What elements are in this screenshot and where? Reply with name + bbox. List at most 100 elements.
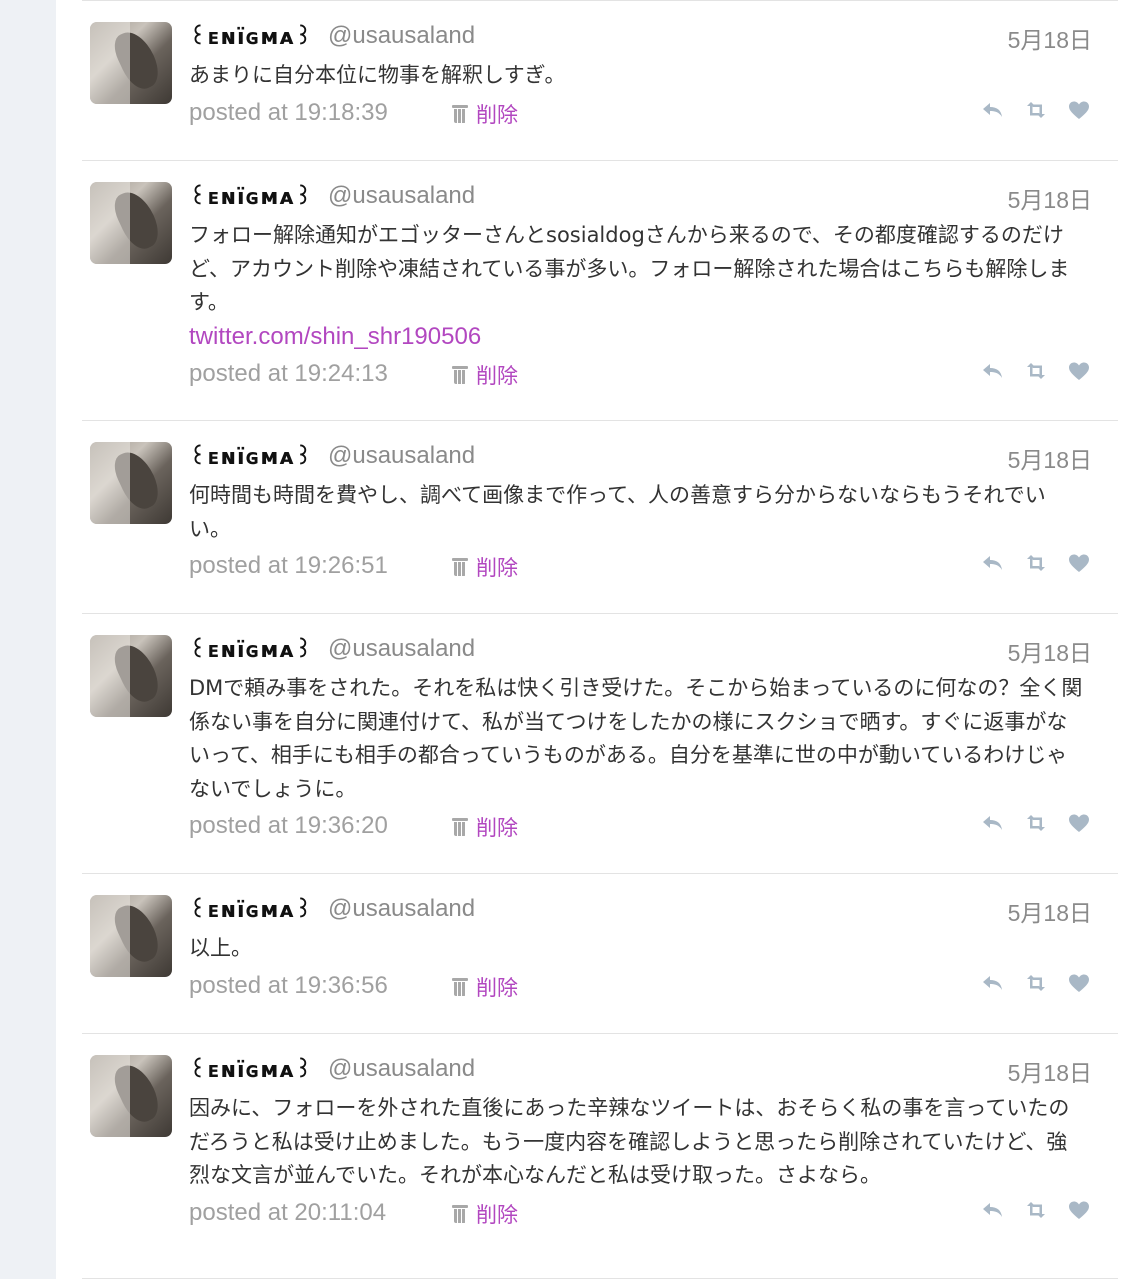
like-icon[interactable] [1066,97,1092,123]
retweet-icon[interactable] [1023,810,1049,836]
tweet-date[interactable]: 5月18日 [1008,1054,1092,1088]
tweet-content: ꒰ᴇɴïɢᴍᴀ꒱ @usausaland 5月18日 フォロー解除通知がエゴッタ… [189,161,1092,392]
delete-button[interactable]: 削除 [452,1199,518,1229]
tweet-text: 因みに、フォローを外された直後にあった辛辣なツイートは、おそらく私の事を言ってい… [189,1092,1084,1193]
retweet-icon[interactable] [1023,358,1049,384]
delete-button[interactable]: 削除 [452,972,518,1002]
like-icon[interactable] [1066,550,1092,576]
display-name[interactable]: ꒰ᴇɴïɢᴍᴀ꒱ [189,1058,313,1083]
display-name[interactable]: ꒰ᴇɴïɢᴍᴀ꒱ [189,25,313,50]
reply-icon[interactable] [980,1197,1006,1223]
reply-icon[interactable] [980,810,1006,836]
tweet-actions [968,970,1092,1004]
tweet-content: ꒰ᴇɴïɢᴍᴀ꒱ @usausaland 5月18日 以上。 posted at… [189,874,1092,1004]
tweet: ꒰ᴇɴïɢᴍᴀ꒱ @usausaland 5月18日 DMで頼み事をされた。それ… [82,614,1118,874]
tweet: ꒰ᴇɴïɢᴍᴀ꒱ @usausaland 5月18日 フォロー解除通知がエゴッタ… [82,161,1118,421]
tweet-meta: posted at 19:36:56 削除 [189,970,1092,1004]
avatar[interactable] [90,442,172,524]
tweet-header: ꒰ᴇɴïɢᴍᴀ꒱ @usausaland 5月18日 [189,181,1092,214]
display-name[interactable]: ꒰ᴇɴïɢᴍᴀ꒱ [189,638,313,663]
tweet-header: ꒰ᴇɴïɢᴍᴀ꒱ @usausaland 5月18日 [189,634,1092,667]
delete-label: 削除 [476,363,518,388]
tweet-meta: posted at 19:24:13 削除 [189,358,1092,392]
tweet-text: 何時間も時間を費やし、調べて画像まで作って、人の善意すら分からないならもうそれで… [189,479,1084,546]
like-icon[interactable] [1066,810,1092,836]
tweet-header: ꒰ᴇɴïɢᴍᴀ꒱ @usausaland 5月18日 [189,21,1092,54]
trash-icon [452,557,468,576]
reply-icon[interactable] [980,970,1006,996]
delete-label: 削除 [476,816,518,840]
screen-name[interactable]: @usausaland [328,895,475,922]
trash-icon [452,1204,468,1223]
tweet-header: ꒰ᴇɴïɢᴍᴀ꒱ @usausaland 5月18日 [189,894,1092,927]
tweet-body: フォロー解除通知がエゴッターさんとsosialdogさんから来るので、その都度確… [189,223,1070,314]
tweet-content: ꒰ᴇɴïɢᴍᴀ꒱ @usausaland 5月18日 因みに、フォローを外された… [189,1034,1092,1231]
retweet-icon[interactable] [1023,97,1049,123]
tweet-actions [968,358,1092,392]
retweet-icon[interactable] [1023,1197,1049,1223]
tweet-content: ꒰ᴇɴïɢᴍᴀ꒱ @usausaland 5月18日 何時間も時間を費やし、調べ… [189,421,1092,584]
posted-timestamp[interactable]: posted at 20:11:04 [189,1199,386,1227]
tweet-date[interactable]: 5月18日 [1008,634,1092,668]
avatar[interactable] [90,182,172,264]
screen-name[interactable]: @usausaland [328,182,475,209]
delete-label: 削除 [476,975,518,1000]
delete-label: 削除 [476,102,518,127]
tweet-actions [968,97,1092,131]
screen-name[interactable]: @usausaland [328,22,475,49]
posted-timestamp[interactable]: posted at 19:36:56 [189,972,388,1000]
display-name[interactable]: ꒰ᴇɴïɢᴍᴀ꒱ [189,898,313,923]
posted-timestamp[interactable]: posted at 19:36:20 [189,812,388,840]
like-icon[interactable] [1066,358,1092,384]
tweet-meta: posted at 19:36:20 削除 [189,810,1092,844]
trash-icon [452,365,468,384]
like-icon[interactable] [1066,1197,1092,1223]
tweet-meta: posted at 20:11:04 削除 [189,1197,1092,1231]
tweet-body: 何時間も時間を費やし、調べて画像まで作って、人の善意すら分からないならもうそれで… [189,483,1046,541]
delete-button[interactable]: 削除 [452,360,518,390]
tweet-date[interactable]: 5月18日 [1008,441,1092,475]
delete-button[interactable]: 削除 [452,99,518,129]
tweet-meta: posted at 19:26:51 削除 [189,550,1092,584]
tweet-body: 因みに、フォローを外された直後にあった辛辣なツイートは、おそらく私の事を言ってい… [189,1096,1070,1187]
tweet-body: DMで頼み事をされた。それを私は快く引き受けた。そこから始まっているのに何なの？… [189,676,1083,801]
tweet-link[interactable]: twitter.com/shin_shr190506 [189,320,1084,354]
retweet-icon[interactable] [1023,970,1049,996]
display-name[interactable]: ꒰ᴇɴïɢᴍᴀ꒱ [189,185,313,210]
tweet-date[interactable]: 5月18日 [1008,21,1092,55]
display-name[interactable]: ꒰ᴇɴïɢᴍᴀ꒱ [189,445,313,470]
tweet-text: フォロー解除通知がエゴッターさんとsosialdogさんから来るので、その都度確… [189,219,1084,354]
delete-button[interactable]: 削除 [452,552,518,582]
reply-icon[interactable] [980,97,1006,123]
tweet-date[interactable]: 5月18日 [1008,181,1092,215]
delete-label: 削除 [476,1202,518,1227]
tweet-actions [968,810,1092,844]
tweet-timeline: ꒰ᴇɴïɢᴍᴀ꒱ @usausaland 5月18日 あまりに自分本位に物事を解… [82,0,1118,1279]
trash-icon [452,104,468,123]
screen-name[interactable]: @usausaland [328,442,475,469]
tweet-header: ꒰ᴇɴïɢᴍᴀ꒱ @usausaland 5月18日 [189,1054,1092,1087]
avatar[interactable] [90,22,172,104]
retweet-icon[interactable] [1023,550,1049,576]
posted-timestamp[interactable]: posted at 19:18:39 [189,99,388,127]
tweet-content: ꒰ᴇɴïɢᴍᴀ꒱ @usausaland 5月18日 DMで頼み事をされた。それ… [189,614,1092,844]
avatar[interactable] [90,1055,172,1137]
avatar[interactable] [90,635,172,717]
reply-icon[interactable] [980,358,1006,384]
reply-icon[interactable] [980,550,1006,576]
like-icon[interactable] [1066,970,1092,996]
screen-name[interactable]: @usausaland [328,1055,475,1082]
tweet-header: ꒰ᴇɴïɢᴍᴀ꒱ @usausaland 5月18日 [189,441,1092,474]
tweet: ꒰ᴇɴïɢᴍᴀ꒱ @usausaland 5月18日 因みに、フォローを外された… [82,1034,1118,1279]
avatar[interactable] [90,895,172,977]
posted-timestamp[interactable]: posted at 19:26:51 [189,552,388,580]
trash-icon [452,817,468,836]
delete-button[interactable]: 削除 [452,812,518,842]
tweet-text: あまりに自分本位に物事を解釈しすぎ。 [189,59,1084,93]
tweet: ꒰ᴇɴïɢᴍᴀ꒱ @usausaland 5月18日 何時間も時間を費やし、調べ… [82,421,1118,614]
tweet-date[interactable]: 5月18日 [1008,894,1092,928]
posted-timestamp[interactable]: posted at 19:24:13 [189,360,388,388]
tweet-text: DMで頼み事をされた。それを私は快く引き受けた。そこから始まっているのに何なの？… [189,672,1084,806]
screen-name[interactable]: @usausaland [328,635,475,662]
tweet-actions [968,550,1092,584]
